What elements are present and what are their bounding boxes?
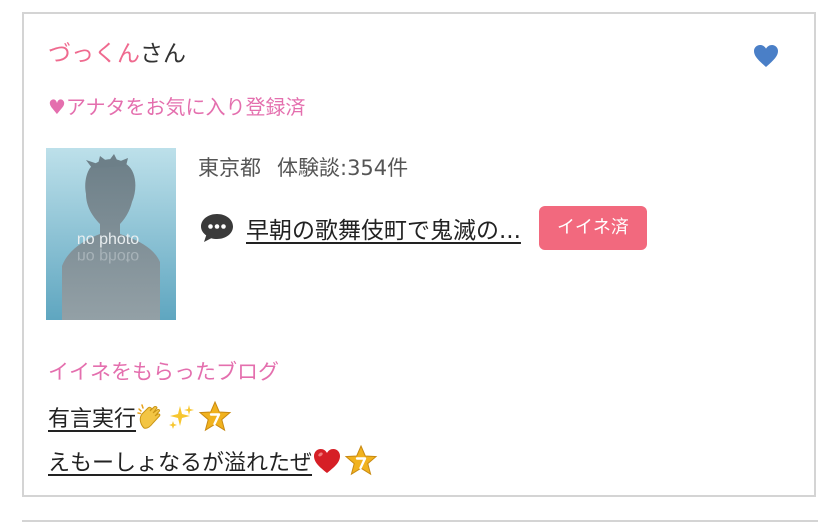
speech-bubble-icon (201, 214, 233, 242)
liked-blogs-heading: イイネをもらったブログ (48, 360, 279, 384)
profile-info-row: 東京都 体験談:354件 (198, 154, 408, 182)
review-count-text: 体験談:354件 (277, 156, 409, 180)
liked-blog-title: えもーしょなるが溢れたぜ (48, 451, 313, 476)
blue-heart-icon[interactable] (752, 42, 780, 70)
liked-blog-link[interactable]: えもーしょなるが溢れたぜ (48, 445, 342, 477)
profile-photo[interactable]: no photo no photo (46, 148, 176, 320)
location-text: 東京都 (198, 156, 261, 180)
latest-blog-link[interactable]: 早朝の歌舞伎町で鬼滅の... (246, 211, 521, 245)
user-name[interactable]: づっくん (48, 41, 140, 67)
user-card: づっくんさん ♥アナタをお気に入り登録済 no photo no photo 東… (22, 12, 816, 497)
star-badge-icon (344, 444, 378, 476)
star-badge-icon (198, 400, 232, 432)
liked-blog-title: 有言実行 (48, 407, 137, 432)
bottom-divider (22, 520, 818, 522)
no-photo-reflection: no photo (77, 248, 139, 265)
favorite-status-label: ♥アナタをお気に入り登録済 (48, 95, 306, 119)
latest-blog-row: 早朝の歌舞伎町で鬼滅の... イイネ済 (198, 206, 647, 250)
liked-button[interactable]: イイネ済 (538, 206, 647, 250)
user-honorific: さん (140, 41, 186, 67)
sparkles-icon (169, 405, 195, 429)
liked-blog-item: 有言実行 (48, 398, 232, 436)
no-photo-text: no photo (77, 231, 139, 248)
liked-blog-item: えもーしょなるが溢れたぜ (48, 442, 378, 480)
user-name-row: づっくんさん (48, 40, 186, 68)
clapping-hands-icon (137, 404, 161, 429)
red-heart-icon (314, 449, 341, 473)
liked-blog-link[interactable]: 有言実行 (48, 401, 196, 433)
